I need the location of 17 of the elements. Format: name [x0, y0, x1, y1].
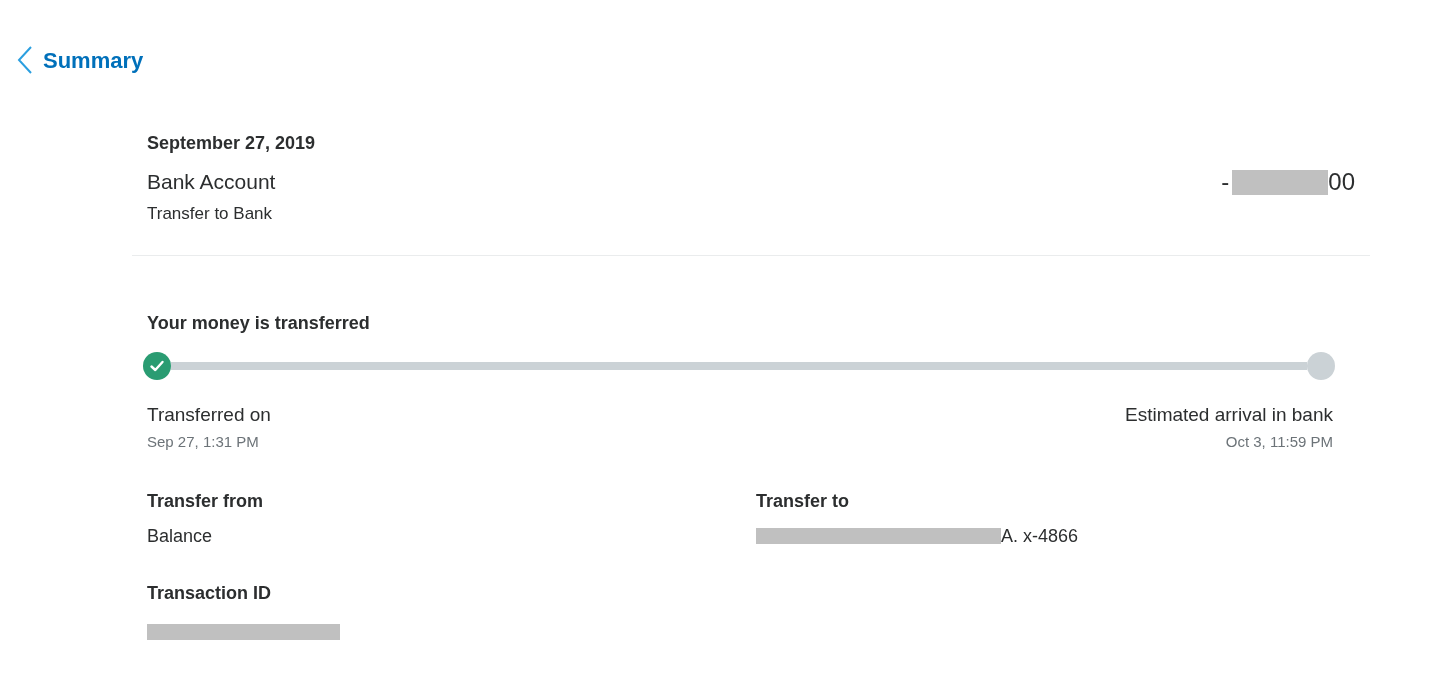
account-name: Bank Account [147, 169, 276, 195]
detail-label: Transfer from [147, 490, 264, 513]
detail-value: Balance [147, 525, 213, 548]
status-title: Your money is transferred [147, 312, 370, 335]
step-time: Sep 27, 1:31 PM [147, 432, 259, 452]
back-link[interactable]: Summary [17, 45, 144, 75]
chevron-left-icon [17, 46, 33, 74]
step-label: Transferred on [147, 403, 271, 427]
detail-label: Transfer to [756, 490, 850, 513]
amount-text: 00 [1328, 167, 1355, 197]
step-label: Estimated arrival in bank [1124, 403, 1333, 427]
amount-sign: - [1221, 167, 1230, 197]
transaction-type: Transfer to Bank [147, 203, 273, 225]
detail-label: Transaction ID [147, 582, 272, 605]
detail-value: A. x-4866 [1001, 525, 1079, 548]
step-time: Oct 3, 11:59 PM [1225, 432, 1333, 452]
transaction-date: September 27, 2019 [147, 132, 316, 155]
